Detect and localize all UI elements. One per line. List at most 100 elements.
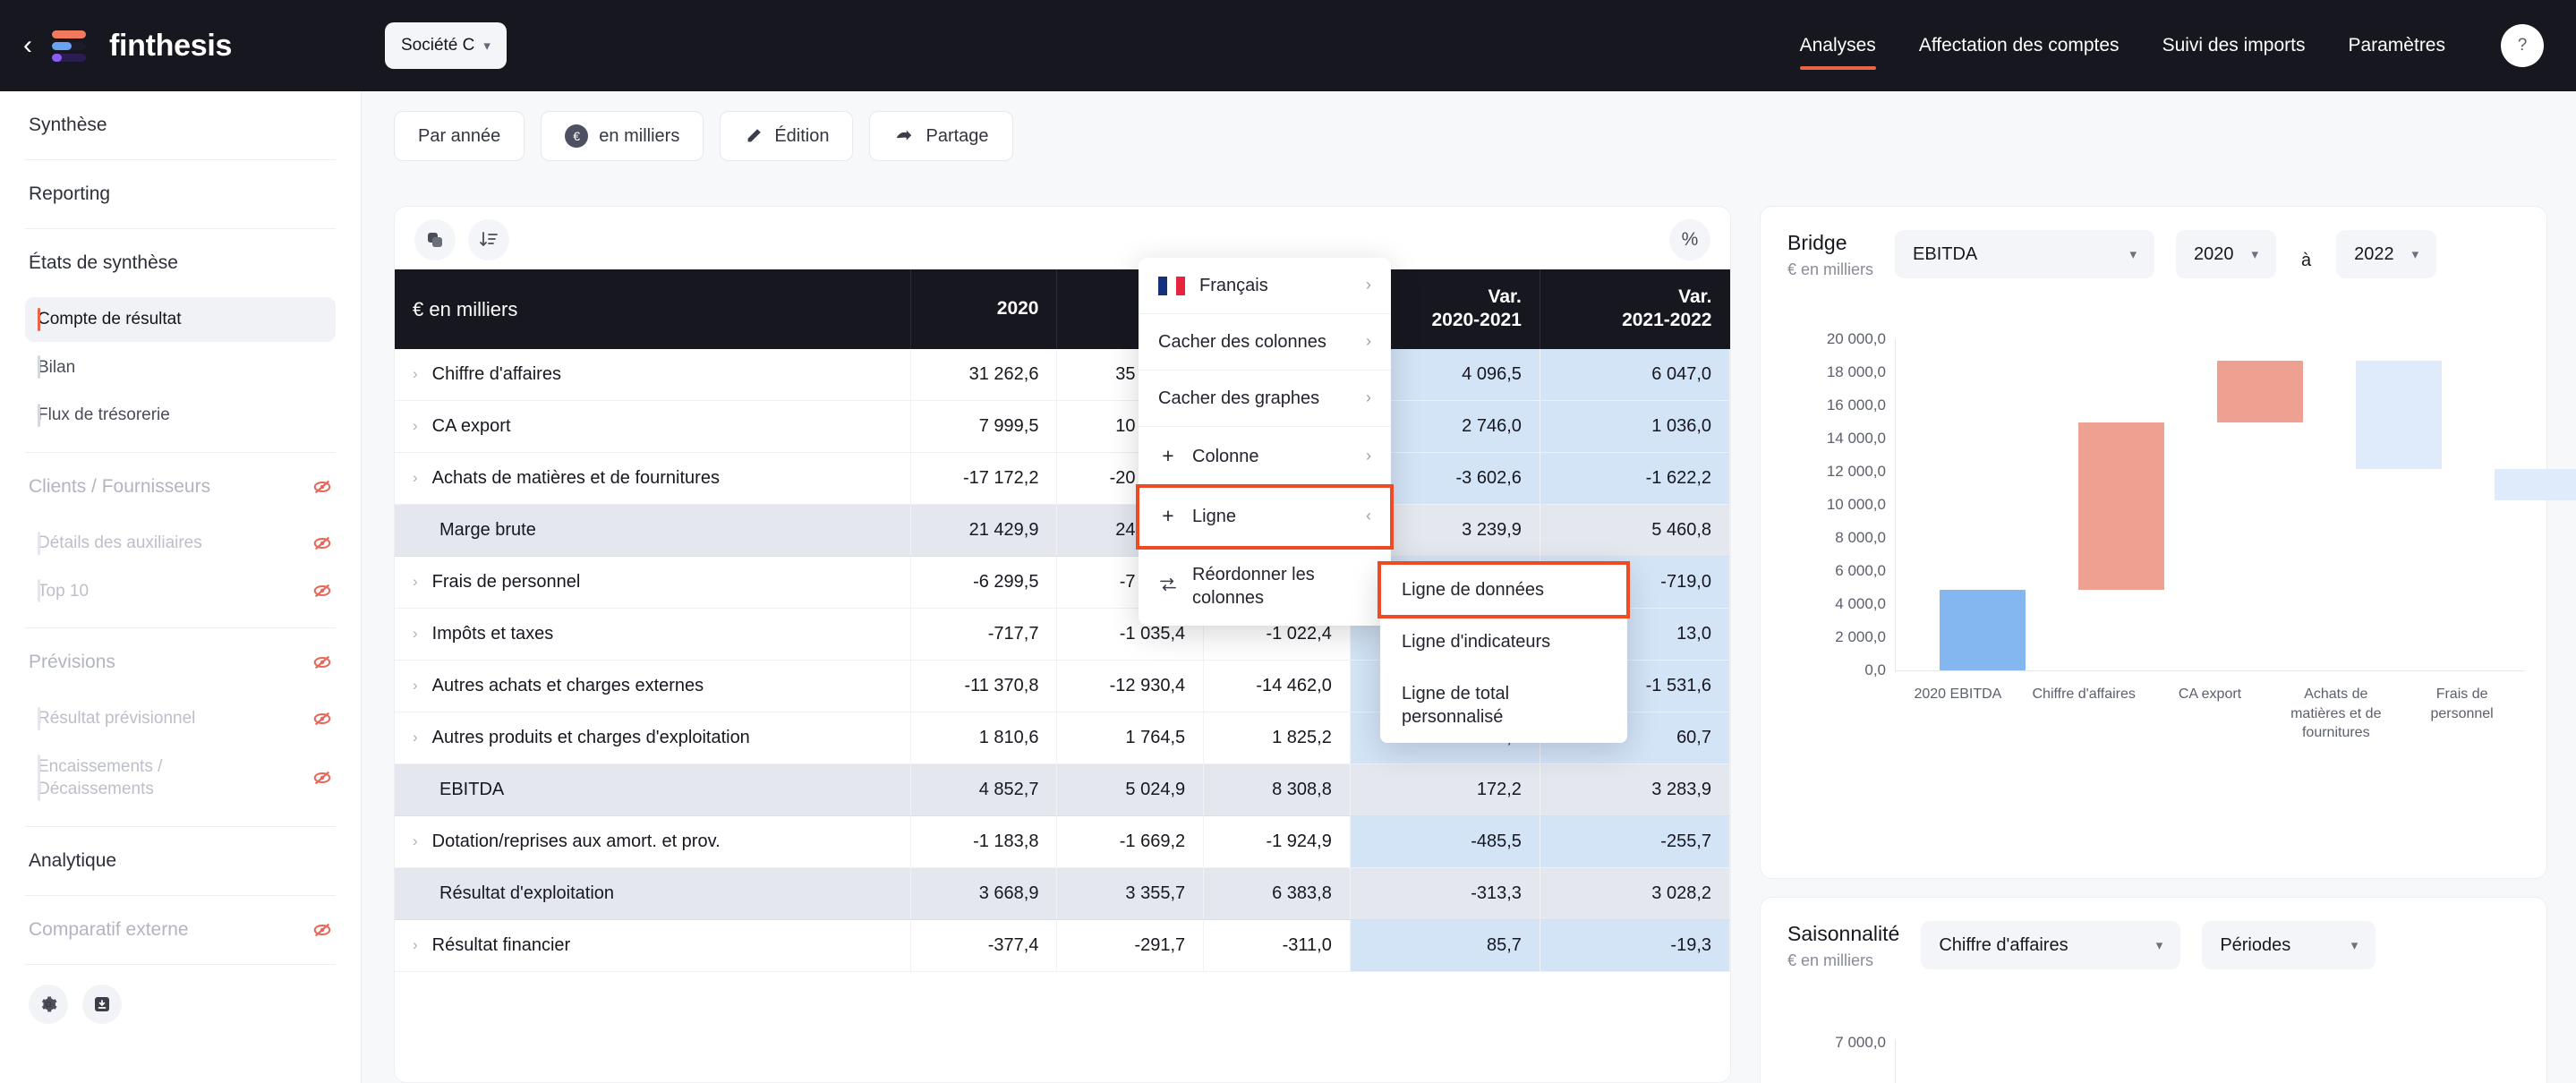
toolbar-button-edition[interactable]: Édition — [720, 111, 854, 161]
bridge-bar-achats-matieres[interactable] — [2356, 361, 2442, 469]
sidebar-group-label: Analytique — [29, 850, 117, 872]
seasonality-metric-select[interactable]: Chiffre d'affaires ▾ — [1921, 921, 2181, 969]
nav-item-analyses[interactable]: Analyses — [1799, 0, 1877, 91]
sidebar-group-previsions: Prévisions Résultat prévisionnel Encaiss… — [25, 628, 336, 828]
export-button[interactable] — [82, 985, 122, 1025]
y-tick: 2 000,0 — [1835, 628, 1886, 645]
y-tick: 14 000,0 — [1826, 430, 1886, 447]
table-row-total[interactable]: Résultat d'exploitation 3 668,9 3 355,7 … — [395, 867, 1730, 920]
chevron-right-icon[interactable]: › — [413, 832, 418, 850]
toolbar-button-partage[interactable]: Partage — [869, 111, 1013, 161]
row-label: Résultat financier — [431, 934, 571, 955]
menu-item-colonne[interactable]: + Colonne › — [1139, 427, 1391, 487]
sidebar-item-encaissements-decaissements[interactable]: Encaissements / Décaissements — [25, 745, 336, 812]
menu-item-label: Cacher des graphes — [1158, 388, 1320, 408]
sidebar-item-reporting[interactable]: Reporting — [25, 160, 336, 228]
chevron-right-icon[interactable]: › — [413, 625, 418, 643]
chevron-right-icon[interactable]: › — [413, 573, 418, 591]
nav-label: Paramètres — [2348, 35, 2445, 55]
chevron-right-icon[interactable]: › — [413, 365, 418, 383]
table-row-total[interactable]: EBITDA 4 852,7 5 024,9 8 308,8 172,2 3 2… — [395, 763, 1730, 816]
sidebar-group-header-clients[interactable]: Clients / Fournisseurs — [25, 453, 336, 521]
y-tick: 16 000,0 — [1826, 397, 1886, 414]
company-selector[interactable]: Société C ▾ — [385, 22, 507, 69]
table-row[interactable]: › Résultat financier -377,4 -291,7 -311,0… — [395, 919, 1730, 972]
sort-desc-icon[interactable] — [468, 219, 509, 260]
menu-item-cacher-des-colonnes[interactable]: Cacher des colonnes › — [1139, 314, 1391, 371]
help-label: ? — [2517, 36, 2528, 55]
menu-item-reordonner-les-colonnes[interactable]: Réordonner les colonnes — [1139, 547, 1391, 626]
sidebar-group-reporting: Reporting — [25, 160, 336, 229]
sidebar-item-bilan[interactable]: Bilan — [25, 345, 336, 390]
cell-var-2021-2022: -255,7 — [1540, 815, 1730, 868]
table-row-total[interactable]: Marge brute 21 429,9 24 669,9 30 130,7 3… — [395, 504, 1730, 557]
bridge-year-to-value: 2022 — [2354, 243, 2394, 264]
chevron-right-icon[interactable]: › — [413, 677, 418, 695]
menu-item-ligne[interactable]: + Ligne ‹ — [1136, 483, 1394, 550]
sidebar-item-synthese[interactable]: Synthèse — [25, 91, 336, 159]
percent-icon[interactable]: % — [1669, 219, 1710, 260]
cell-2020: -6 299,5 — [910, 556, 1058, 609]
col-header-unit[interactable]: € en milliers — [395, 269, 911, 349]
sidebar-item-resultat-previsionnel[interactable]: Résultat prévisionnel — [25, 696, 336, 741]
sidebar-group-header-previsions[interactable]: Prévisions — [25, 628, 336, 696]
duplicate-icon[interactable] — [414, 219, 456, 260]
sidebar-item-compte-de-resultat[interactable]: Compte de résultat — [25, 297, 336, 342]
submenu-item-ligne-de-total-personnalise[interactable]: Ligne de total personnalisé — [1380, 668, 1627, 743]
bridge-bar-2020-ebitda[interactable] — [1940, 590, 2026, 670]
sidebar-item-comparatif-externe[interactable]: Comparatif externe — [25, 896, 336, 964]
help-icon[interactable]: ? — [2501, 24, 2544, 67]
toolbar-button-par-annee[interactable]: Par année — [394, 111, 525, 161]
bridge-year-from-select[interactable]: 2020 ▾ — [2176, 230, 2277, 278]
settings-button[interactable] — [29, 985, 68, 1025]
edition-dropdown-menu: Français › Cacher des colonnes › Cacher … — [1136, 258, 1394, 626]
table-row[interactable]: ›Chiffre d'affaires 31 262,6 35 359,1 41… — [395, 348, 1730, 401]
sidebar-group-clients-fournisseurs: Clients / Fournisseurs Détails des auxil… — [25, 453, 336, 629]
top-bar: ‹ finthesis Société C ▾ Analyses Affecta… — [0, 0, 2576, 91]
seasonality-title-block: Saisonnalité € en milliers — [1787, 921, 1899, 970]
row-label: Résultat d'exploitation — [395, 867, 911, 920]
bridge-bar-chiffre-daffaires[interactable] — [2078, 422, 2164, 590]
bridge-year-to-select[interactable]: 2022 ▾ — [2336, 230, 2437, 278]
cell-2020: 4 852,7 — [910, 763, 1058, 816]
nav-item-suivi-des-imports[interactable]: Suivi des imports — [2162, 0, 2306, 91]
sidebar-group-header-etats[interactable]: États de synthèse — [25, 229, 336, 297]
nav-item-affectation-des-comptes[interactable]: Affectation des comptes — [1919, 0, 2120, 91]
chevron-right-icon[interactable]: › — [413, 417, 418, 435]
sidebar-group-analytique: Analytique — [25, 827, 336, 897]
active-marker — [38, 307, 40, 331]
brand-name: finthesis — [109, 28, 233, 63]
toolbar-button-en-milliers[interactable]: € en milliers — [541, 111, 704, 161]
chevron-down-icon: ▾ — [2129, 247, 2137, 262]
nav-item-parametres[interactable]: Paramètres — [2348, 0, 2445, 91]
col-header-var-2021-2022[interactable]: Var. 2021-2022 — [1540, 269, 1730, 349]
submenu-item-ligne-de-donnees[interactable]: Ligne de données — [1378, 561, 1630, 618]
bridge-bar-ca-export[interactable] — [2217, 361, 2303, 422]
row-label: CA export — [431, 415, 511, 436]
bridge-axis-line — [1895, 339, 1896, 672]
sidebar-item-flux-de-tresorerie[interactable]: Flux de trésorerie — [25, 393, 336, 438]
menu-item-label: Français — [1199, 276, 1268, 295]
sidebar-item-top-10[interactable]: Top 10 — [25, 569, 336, 614]
percent-label: % — [1681, 229, 1699, 250]
menu-item-francais[interactable]: Français › — [1139, 258, 1391, 314]
submenu-item-ligne-dindicateurs[interactable]: Ligne d'indicateurs — [1380, 616, 1627, 668]
bridge-metric-select[interactable]: EBITDA ▾ — [1895, 230, 2155, 278]
row-label: Autres produits et charges d'exploitatio… — [431, 727, 750, 747]
table-row[interactable]: ›CA export 7 999,5 10 085,5 11 121,5 2 7… — [395, 400, 1730, 453]
chevron-right-icon[interactable]: › — [413, 469, 418, 487]
sidebar-item-details-des-auxiliaires[interactable]: Détails des auxiliaires — [25, 521, 336, 566]
chevron-right-icon[interactable]: › — [413, 729, 418, 746]
table-row[interactable]: › Achats de matières et de fournitures -1… — [395, 452, 1730, 505]
seasonality-period-select[interactable]: Périodes ▾ — [2202, 921, 2376, 969]
bridge-bar-frais-de-personnel[interactable] — [2495, 469, 2576, 500]
chevron-left-icon[interactable]: ‹ — [23, 32, 32, 59]
chevron-right-icon[interactable]: › — [413, 936, 418, 954]
table-row[interactable]: › Dotation/reprises aux amort. et prov. -… — [395, 815, 1730, 868]
menu-item-cacher-des-graphes[interactable]: Cacher des graphes › — [1139, 371, 1391, 427]
sidebar-item-analytique[interactable]: Analytique — [25, 827, 336, 895]
row-label: Dotation/reprises aux amort. et prov. — [431, 831, 721, 851]
col-header-2020[interactable]: 2020 — [910, 269, 1058, 349]
eye-off-icon — [313, 480, 331, 494]
seasonality-axis-line — [1895, 1039, 1896, 1083]
